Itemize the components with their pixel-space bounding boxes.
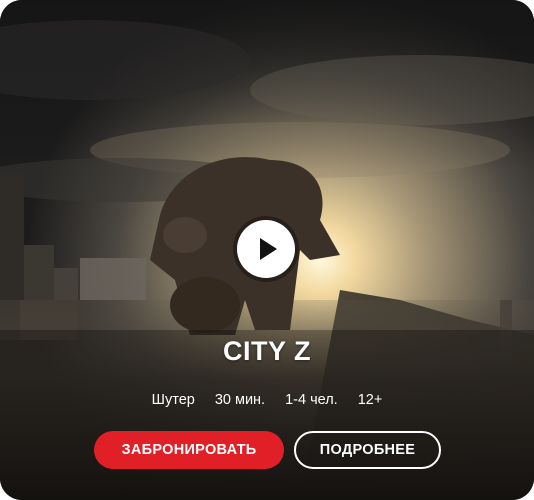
play-button[interactable] bbox=[237, 220, 295, 278]
meta-players: 1-4 чел. bbox=[285, 392, 338, 408]
meta-genre: Шутер bbox=[151, 392, 195, 408]
game-card: CITY Z Шутер 30 мин. 1-4 чел. 12+ ЗАБРОН… bbox=[0, 0, 534, 500]
meta-duration: 30 мин. bbox=[214, 392, 266, 408]
book-button[interactable]: ЗАБРОНИРОВАТЬ bbox=[94, 431, 284, 469]
game-title: CITY Z bbox=[222, 336, 311, 366]
play-icon bbox=[260, 238, 277, 260]
more-button[interactable]: ПОДРОБНЕЕ bbox=[294, 431, 441, 469]
meta-age: 12+ bbox=[357, 392, 383, 408]
game-meta: Шутер 30 мин. 1-4 чел. 12+ bbox=[0, 392, 534, 408]
